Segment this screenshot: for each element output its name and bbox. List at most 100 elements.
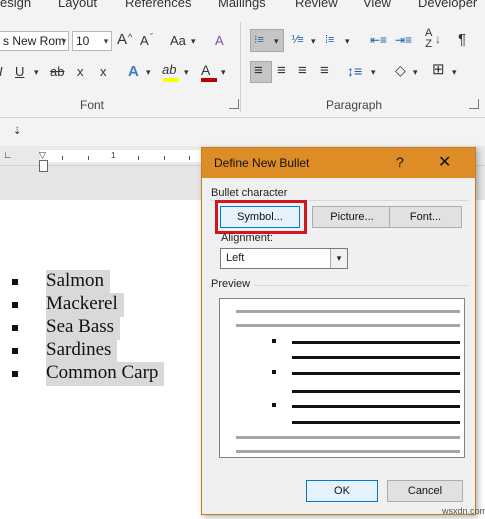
- preview-bullet: [272, 339, 276, 343]
- ruler-tick: [164, 156, 165, 160]
- chevron-down-icon[interactable]: ▾: [34, 63, 39, 81]
- increase-indent-icon[interactable]: ⇥≡: [395, 31, 412, 49]
- preview-line: [292, 405, 460, 408]
- grow-font-icon[interactable]: A: [117, 31, 127, 49]
- pilcrow-icon[interactable]: ¶: [458, 31, 466, 49]
- bullet-icon: [12, 325, 18, 331]
- chevron-down-icon[interactable]: ▾: [413, 63, 418, 81]
- tab-review[interactable]: Review: [295, 0, 338, 10]
- superscript-icon[interactable]: x: [100, 63, 107, 81]
- list-item-text[interactable]: Mackerel: [46, 293, 124, 317]
- line-spacing-icon[interactable]: ↕≡: [347, 62, 362, 80]
- bullet-icon: [12, 348, 18, 354]
- preview-line: [236, 450, 460, 453]
- dialog-launcher-icon[interactable]: [469, 99, 479, 109]
- ok-button[interactable]: OK: [306, 480, 378, 502]
- numbering-icon[interactable]: ⅟≡: [291, 31, 304, 49]
- caret-down-icon: ˇ: [150, 32, 153, 42]
- customize-qat-icon[interactable]: ⇣: [13, 123, 21, 141]
- list-item-text[interactable]: Sardines: [46, 339, 118, 363]
- fieldset-line: [254, 285, 469, 286]
- alignment-label: Alignment:: [221, 232, 273, 244]
- change-case-icon[interactable]: Aa: [170, 32, 186, 50]
- italic-icon[interactable]: I: [0, 63, 3, 81]
- underline-icon[interactable]: U: [15, 63, 24, 81]
- decrease-indent-icon[interactable]: ⇤≡: [370, 31, 387, 49]
- list-item-text[interactable]: Sea Bass: [46, 316, 121, 340]
- quick-access-area: ⇣: [0, 118, 485, 146]
- caret-up-icon: ^: [128, 32, 133, 42]
- preview-line: [292, 341, 460, 344]
- bullets-icon[interactable]: ⁝≡: [254, 31, 264, 49]
- borders-icon[interactable]: ⊞: [432, 61, 445, 79]
- chevron-down-icon[interactable]: ▾: [311, 32, 316, 50]
- font-color-icon[interactable]: A: [201, 61, 210, 79]
- font-button[interactable]: Font...: [389, 206, 462, 228]
- list-item-text[interactable]: Salmon: [46, 270, 111, 294]
- clear-formatting-icon[interactable]: A: [215, 32, 224, 50]
- chevron-down-icon[interactable]: ▾: [330, 249, 347, 268]
- chevron-down-icon[interactable]: ▾: [221, 63, 226, 81]
- bullet-icon: [12, 279, 18, 285]
- text-effects-icon[interactable]: A: [128, 63, 139, 81]
- sort-arrow-icon: ↓: [435, 32, 441, 46]
- preview-label: Preview: [211, 278, 251, 290]
- chevron-down-icon[interactable]: ▾: [59, 32, 69, 50]
- strikethrough-icon[interactable]: ab: [50, 63, 64, 81]
- shrink-font-icon[interactable]: A: [140, 32, 149, 50]
- close-icon[interactable]: ✕: [438, 152, 451, 172]
- highlight-swatch: [163, 78, 179, 82]
- list-item-text[interactable]: Common Carp: [46, 362, 165, 386]
- align-left-icon[interactable]: ≡: [254, 62, 263, 80]
- chevron-down-icon[interactable]: ▾: [191, 32, 196, 50]
- picture-button[interactable]: Picture...: [312, 206, 392, 228]
- chevron-down-icon[interactable]: ▾: [345, 32, 350, 50]
- ruler-tick: [62, 156, 63, 160]
- preview-line: [292, 372, 460, 375]
- align-center-icon[interactable]: ≡: [277, 62, 286, 80]
- tab-developer[interactable]: Developer: [418, 0, 477, 10]
- tab-mailings[interactable]: Mailings: [218, 0, 266, 10]
- bullet-character-label: Bullet character: [211, 187, 288, 199]
- chevron-down-icon[interactable]: ▾: [101, 32, 111, 50]
- tab-references[interactable]: References: [125, 0, 191, 10]
- tab-view[interactable]: View: [363, 0, 391, 10]
- sort-icon[interactable]: AZ: [425, 28, 432, 50]
- dialog-title-bar[interactable]: Define New Bullet ? ✕: [202, 148, 475, 178]
- watermark: wsxdn.com: [442, 506, 485, 516]
- ribbon: esign Layout References Mailings Review …: [0, 0, 485, 118]
- highlight-color-icon[interactable]: ab: [162, 61, 176, 79]
- bullet-preview: [219, 298, 465, 458]
- align-right-icon[interactable]: ≡: [298, 62, 307, 80]
- font-color-swatch: [201, 78, 217, 82]
- cancel-button[interactable]: Cancel: [387, 480, 463, 502]
- help-icon[interactable]: ?: [396, 154, 404, 170]
- preview-line: [292, 421, 460, 424]
- chevron-down-icon[interactable]: ▾: [184, 63, 189, 81]
- chevron-down-icon[interactable]: ▾: [274, 32, 279, 50]
- shading-icon[interactable]: ◇: [395, 61, 406, 79]
- tab-selector-icon[interactable]: ∟: [3, 147, 13, 165]
- chevron-down-icon[interactable]: ▾: [146, 63, 151, 81]
- alignment-value: Left: [226, 252, 245, 264]
- define-new-bullet-dialog: Define New Bullet ? ✕ Bullet character S…: [201, 147, 476, 515]
- alignment-select[interactable]: Left ▾: [220, 248, 348, 269]
- justify-icon[interactable]: ≡: [320, 62, 329, 80]
- tab-design[interactable]: esign: [0, 0, 31, 10]
- chevron-down-icon[interactable]: ▾: [452, 63, 457, 81]
- preview-line: [236, 324, 460, 327]
- hanging-indent-icon[interactable]: [39, 160, 48, 172]
- ruler-tick: [138, 156, 139, 160]
- group-divider: [240, 22, 241, 112]
- multilevel-list-icon[interactable]: ⁞≡: [325, 31, 334, 49]
- preview-line: [292, 390, 460, 393]
- ruler-number: 1: [111, 151, 116, 160]
- tab-layout[interactable]: Layout: [58, 0, 97, 10]
- preview-line: [292, 356, 460, 359]
- subscript-icon[interactable]: x: [77, 63, 84, 81]
- preview-bullet: [272, 403, 276, 407]
- ruler-tick: [88, 156, 89, 160]
- dialog-launcher-icon[interactable]: [229, 99, 239, 109]
- ruler-text-area: [40, 150, 210, 162]
- chevron-down-icon[interactable]: ▾: [371, 63, 376, 81]
